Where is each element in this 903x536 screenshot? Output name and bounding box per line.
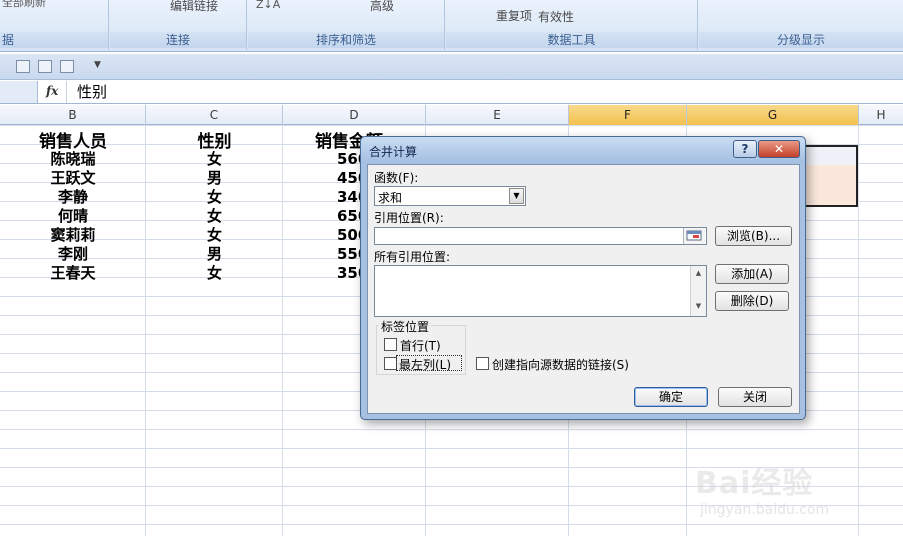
customize-dropdown-icon[interactable]: ▼ <box>94 60 101 70</box>
gender-cell[interactable]: 女 <box>146 207 283 226</box>
ribbon-group-label: 分级显示 <box>699 32 903 48</box>
dialog-titlebar[interactable]: 合并计算 ? ✕ <box>361 137 805 163</box>
name-cell[interactable]: 王春天 <box>0 264 146 283</box>
watermark-logo: Bai经验 <box>695 466 814 501</box>
ribbon-group-outline: 分级显示 <box>699 0 903 50</box>
reference-label: 引用位置(R): <box>374 211 444 225</box>
column-header-c[interactable]: C <box>146 105 283 125</box>
column-header-b[interactable]: B <box>0 105 146 125</box>
name-cell[interactable]: 陈晓瑞 <box>0 150 146 169</box>
column-headers: B C D E F G H <box>0 105 903 125</box>
advanced-filter-button[interactable]: 高级 <box>370 0 394 14</box>
references-scrollbar[interactable]: ▲ ▼ <box>690 266 706 316</box>
selected-active-cell[interactable] <box>802 147 856 165</box>
name-cell[interactable]: 何晴 <box>0 207 146 226</box>
ribbon-group-label: 据 <box>0 32 108 48</box>
delete-button[interactable]: 删除(D) <box>715 291 789 311</box>
remove-duplicates-button[interactable]: 重复项 <box>496 7 532 24</box>
column-header-e[interactable]: E <box>426 105 569 125</box>
label-position-title: 标签位置 <box>379 318 432 335</box>
ribbon-group-label: 数据工具 <box>446 32 697 48</box>
ribbon-group-label: 连接 <box>110 32 246 48</box>
name-box[interactable] <box>0 81 38 103</box>
all-references-list[interactable]: ▲ ▼ <box>374 265 707 317</box>
function-label: 函数(F): <box>374 171 419 185</box>
help-button[interactable]: ? <box>733 140 757 158</box>
column-header-h[interactable]: H <box>859 105 903 125</box>
browse-button[interactable]: 浏览(B)... <box>715 226 792 246</box>
gender-cell[interactable]: 女 <box>146 150 283 169</box>
add-button[interactable]: 添加(A) <box>715 264 789 284</box>
name-cell[interactable]: 窦莉莉 <box>0 226 146 245</box>
ribbon-group-data: 全部刷新 据 <box>0 0 109 50</box>
all-references-label: 所有引用位置: <box>374 250 451 264</box>
scroll-up-icon[interactable]: ▲ <box>691 269 706 277</box>
name-cell[interactable]: 王跃文 <box>0 169 146 188</box>
first-row-checkbox[interactable] <box>384 338 397 351</box>
table-icon[interactable] <box>38 60 52 73</box>
gender-cell[interactable]: 女 <box>146 188 283 207</box>
tools-icon[interactable] <box>60 60 74 73</box>
watermark-url: jingyan.baidu.com <box>700 502 830 518</box>
gender-cell[interactable]: 女 <box>146 264 283 283</box>
dialog-body: 函数(F): 求和 ▼ 引用位置(R): 浏览(B)... 所有引用位置: ▲ … <box>367 164 800 414</box>
ribbon-group-sort-filter: Z↓A 高级 排序和筛选 <box>248 0 445 50</box>
scroll-down-icon[interactable]: ▼ <box>691 302 706 310</box>
watermark: Bai经验 jingyan.baidu.com <box>690 458 890 528</box>
column-header-f[interactable]: F <box>569 105 687 125</box>
header-cell-salesperson[interactable]: 销售人员 <box>0 127 146 152</box>
close-icon[interactable]: ✕ <box>758 140 800 158</box>
column-header-d[interactable]: D <box>283 105 426 125</box>
column-header-g[interactable]: G <box>687 105 859 125</box>
first-row-label: 首行(T) <box>400 339 441 353</box>
gender-cell[interactable]: 男 <box>146 169 283 188</box>
sort-az-icon[interactable]: Z↓A <box>256 0 280 11</box>
quick-access-toolbar: ▼ <box>0 54 903 80</box>
name-cell[interactable]: 李刚 <box>0 245 146 264</box>
function-value: 求和 <box>378 191 403 205</box>
create-links-label: 创建指向源数据的链接(S) <box>492 358 629 372</box>
ribbon: 全部刷新 据 编辑链接 连接 Z↓A 高级 排序和筛选 重复项 有效性 数据工具… <box>0 0 903 52</box>
collapse-dialog-icon[interactable] <box>683 228 705 244</box>
gender-cell[interactable]: 女 <box>146 226 283 245</box>
formula-input[interactable]: 性别 <box>66 81 107 103</box>
data-validation-button[interactable]: 有效性 <box>538 8 574 25</box>
ribbon-group-connections: 编辑链接 连接 <box>110 0 247 50</box>
form-icon[interactable] <box>16 60 30 73</box>
header-cell-gender[interactable]: 性别 <box>146 127 283 152</box>
chevron-down-icon[interactable]: ▼ <box>509 188 524 204</box>
reference-input[interactable] <box>374 227 707 245</box>
close-button[interactable]: 关闭 <box>718 387 792 407</box>
ribbon-group-label: 排序和筛选 <box>248 32 444 48</box>
gender-cell[interactable]: 男 <box>146 245 283 264</box>
name-cell[interactable]: 李静 <box>0 188 146 207</box>
fx-icon[interactable]: fx <box>46 84 58 98</box>
ribbon-partial-text: 全部刷新 <box>2 0 46 9</box>
ribbon-group-data-tools: 重复项 有效性 数据工具 <box>446 0 698 50</box>
create-links-checkbox[interactable] <box>476 357 489 370</box>
function-select[interactable]: 求和 ▼ <box>374 186 526 206</box>
edit-links-button[interactable]: 编辑链接 <box>170 0 218 14</box>
consolidate-dialog: 合并计算 ? ✕ 函数(F): 求和 ▼ 引用位置(R): 浏览(B)... 所… <box>360 136 806 420</box>
formula-bar: fx 性别 <box>0 81 903 104</box>
ok-button[interactable]: 确定 <box>634 387 708 407</box>
left-column-label: 最左列(L) <box>399 358 452 372</box>
dialog-title: 合并计算 <box>369 145 418 159</box>
